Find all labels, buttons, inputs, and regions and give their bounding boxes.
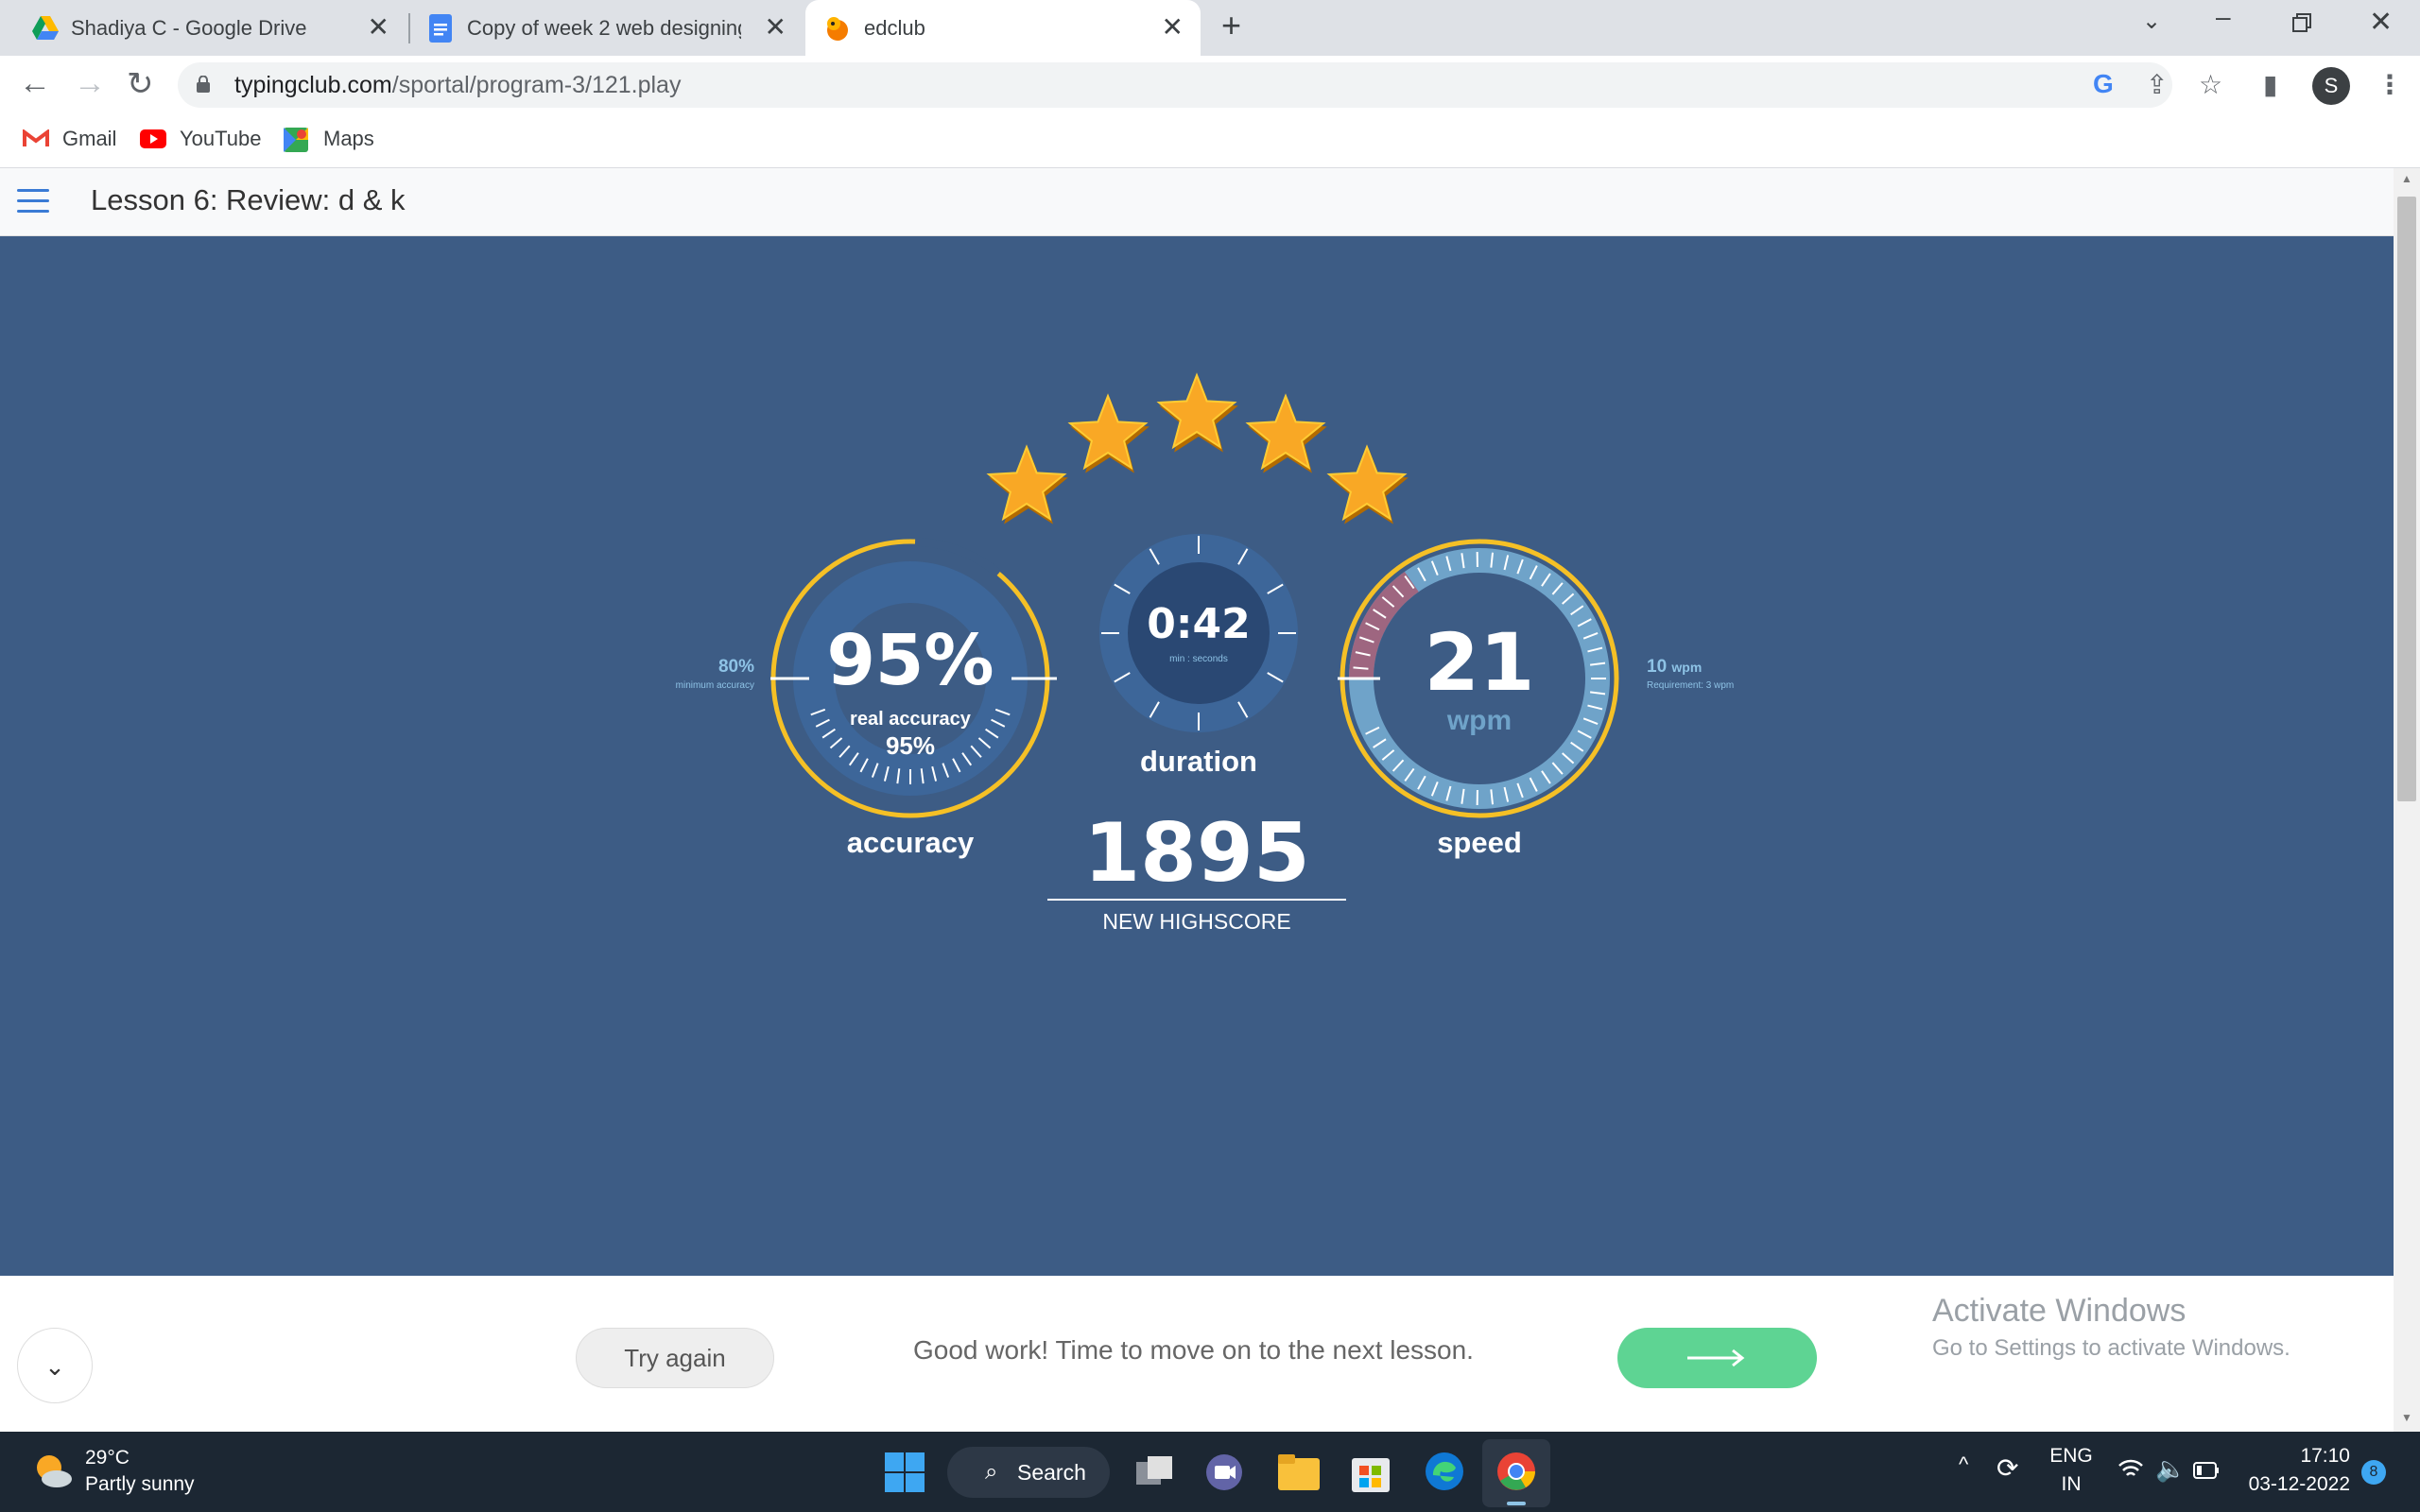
accuracy-label: accuracy	[846, 826, 975, 859]
close-icon[interactable]: ✕	[1162, 11, 1184, 43]
edge-icon[interactable]	[1424, 1451, 1465, 1492]
weather-temperature[interactable]: 29°C	[85, 1447, 130, 1469]
clock-date[interactable]: 03-12-2022	[2237, 1473, 2350, 1496]
close-icon[interactable]: ✕	[368, 11, 389, 43]
chrome-icon[interactable]	[1495, 1451, 1537, 1492]
forward-arrow-icon[interactable]: →	[74, 65, 106, 102]
real-accuracy-value: 95%	[885, 731, 936, 760]
restore-icon[interactable]	[2291, 9, 2312, 40]
tab-title: Shadiya C - Google Drive	[71, 16, 307, 40]
search-icon: ⌕	[985, 1459, 998, 1485]
bookmark-label: Gmail	[62, 127, 117, 150]
clock-time[interactable]: 17:10	[2246, 1445, 2350, 1468]
tab-title: Copy of week 2 web designing -	[467, 16, 741, 40]
minimize-icon[interactable]: –	[2216, 2, 2231, 32]
address-bar[interactable]: typingclub.com/sportal/program-3/121.pla…	[178, 62, 2172, 108]
duration-unit: min : seconds	[1169, 654, 1228, 664]
duration-label: duration	[1140, 745, 1257, 778]
chevron-down-icon[interactable]: ⌄	[17, 1328, 93, 1403]
teams-chat-icon[interactable]	[1204, 1452, 1244, 1492]
maps-icon	[284, 128, 308, 152]
highscore-label: NEW HIGHSCORE	[1102, 909, 1291, 934]
lesson-title: Lesson 6: Review: d & k	[91, 183, 406, 216]
speed-requirement: 10 wpm	[1647, 657, 1703, 677]
next-lesson-button[interactable]	[1617, 1328, 1817, 1388]
bookmark-label: YouTube	[180, 127, 262, 150]
scroll-thumb[interactable]	[2397, 197, 2416, 801]
page-scrollbar[interactable]: ▲ ▼	[2394, 168, 2420, 1432]
share-icon[interactable]: ⇪	[2146, 69, 2168, 100]
results-panel: 95% real accuracy 95% accuracy 80% minim…	[0, 236, 2394, 1276]
google-lens-icon[interactable]: G	[2093, 69, 2114, 99]
speed-tick	[1353, 666, 1369, 670]
browser-toolbar: ← → ↻ typingclub.com/sportal/program-3/1…	[0, 56, 2420, 113]
scroll-down-icon[interactable]: ▼	[2401, 1411, 2412, 1424]
speed-unit: wpm	[1446, 705, 1512, 736]
bookmark-label: Maps	[323, 127, 374, 150]
tab-separator	[408, 13, 410, 43]
notification-badge[interactable]: 8	[2361, 1460, 2386, 1485]
microsoft-store-icon[interactable]	[1352, 1451, 1390, 1492]
windows-taskbar: 29°C Partly sunny ⌕ Search ^ ⟳ ENG IN 🔈	[0, 1432, 2420, 1512]
bottom-action-bar: ⌄ Try again Good work! Time to move on t…	[0, 1276, 2394, 1432]
hamburger-menu-icon[interactable]	[17, 189, 49, 214]
min-accuracy-label: minimum accuracy	[675, 680, 754, 691]
active-app-indicator	[1507, 1502, 1526, 1505]
lesson-header: Lesson 6: Review: d & k	[0, 168, 2394, 236]
back-arrow-icon[interactable]: ←	[19, 65, 51, 102]
side-panel-icon[interactable]: ▮	[2263, 69, 2277, 100]
url-text: typingclub.com/sportal/program-3/121.pla…	[234, 72, 682, 98]
windows-start-icon[interactable]	[885, 1452, 925, 1492]
edclub-icon	[827, 17, 848, 41]
file-explorer-icon[interactable]	[1278, 1452, 1320, 1490]
activate-windows-subtitle: Go to Settings to activate Windows.	[1932, 1335, 2290, 1361]
speed-requirement-label: Requirement: 3 wpm	[1647, 680, 1735, 691]
lock-icon[interactable]	[197, 76, 210, 93]
star-rating	[986, 372, 1409, 524]
language-bottom[interactable]: IN	[2048, 1473, 2095, 1496]
chrome-menu-icon[interactable]: ⋮	[2377, 69, 2403, 100]
try-again-button[interactable]: Try again	[576, 1328, 774, 1388]
tab-edclub[interactable]: edclub ✕	[805, 0, 1201, 56]
reload-icon[interactable]: ↻	[127, 65, 154, 103]
avatar[interactable]: S	[2312, 67, 2350, 105]
weather-partly-sunny-icon[interactable]	[32, 1451, 74, 1492]
arrow-right-icon	[1687, 1349, 1745, 1367]
accuracy-value: 95%	[826, 620, 994, 701]
volume-icon[interactable]: 🔈	[2155, 1454, 2186, 1484]
sync-icon[interactable]: ⟳	[1996, 1452, 2018, 1484]
close-icon[interactable]: ✕	[765, 11, 786, 43]
tab-google-drive[interactable]: Shadiya C - Google Drive ✕	[0, 0, 406, 56]
search-label: Search	[1017, 1460, 1086, 1485]
chevron-up-icon[interactable]: ^	[1959, 1452, 1968, 1477]
browser-tab-strip: Shadiya C - Google Drive ✕ Copy of week …	[0, 0, 2420, 56]
taskbar-search[interactable]: ⌕ Search	[947, 1447, 1110, 1498]
tab-search-chevron-icon[interactable]: ⌄	[2142, 8, 2161, 35]
tab-google-docs[interactable]: Copy of week 2 web designing - ✕	[412, 0, 804, 56]
battery-icon[interactable]	[2193, 1462, 2220, 1479]
scroll-up-icon[interactable]: ▲	[2401, 172, 2412, 185]
task-view-icon[interactable]	[1134, 1452, 1174, 1490]
bookmarks-bar: Gmail YouTube Maps	[0, 113, 2420, 168]
wifi-icon[interactable]	[2118, 1458, 2144, 1481]
new-tab-plus-icon[interactable]: +	[1221, 6, 1241, 45]
real-accuracy-label: real accuracy	[850, 709, 971, 730]
speed-value: 21	[1424, 616, 1535, 709]
min-accuracy-value: 80%	[717, 657, 754, 677]
weather-condition[interactable]: Partly sunny	[85, 1473, 195, 1496]
language-top[interactable]: ENG	[2048, 1445, 2095, 1468]
google-docs-icon	[429, 14, 452, 43]
youtube-icon	[140, 129, 166, 148]
activate-windows-title: Activate Windows	[1932, 1293, 2187, 1329]
tab-title: edclub	[864, 16, 925, 40]
gmail-icon	[23, 129, 49, 146]
bookmark-star-icon[interactable]: ☆	[2199, 69, 2222, 100]
highscore-value: 1895	[1083, 806, 1310, 901]
feedback-message: Good work! Time to move on to the next l…	[913, 1335, 1474, 1365]
google-drive-icon	[32, 16, 59, 40]
close-window-icon[interactable]: ✕	[2369, 6, 2393, 39]
speed-label: speed	[1437, 826, 1522, 859]
duration-value: 0:42	[1147, 600, 1251, 648]
